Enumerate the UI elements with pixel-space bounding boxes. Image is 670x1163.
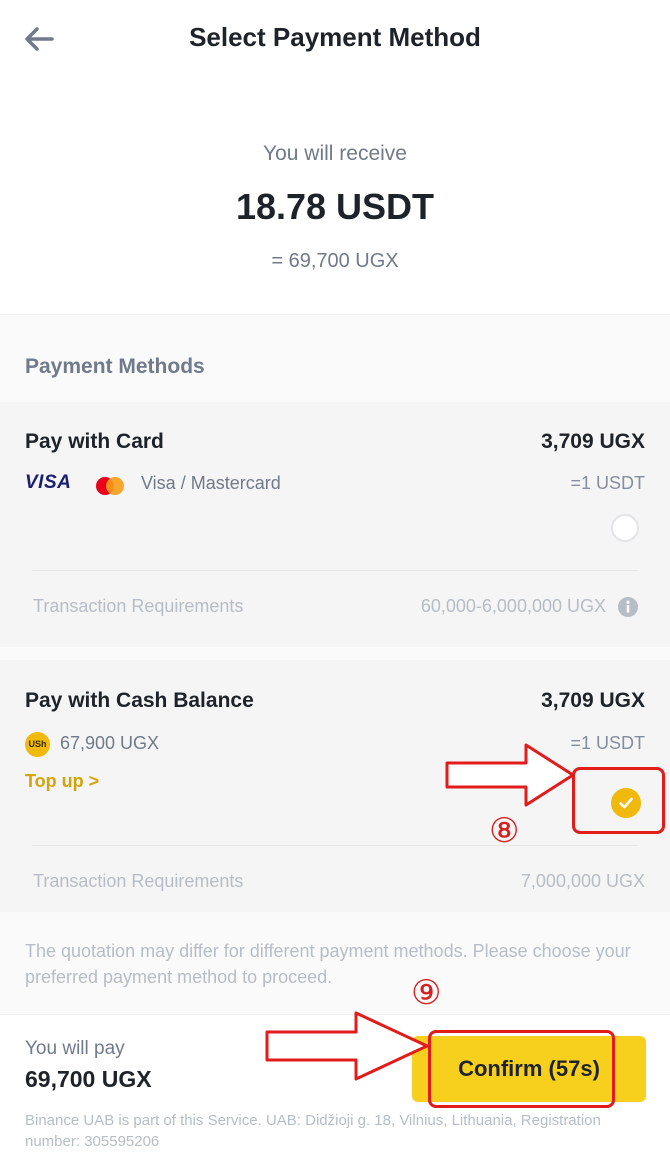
annotation-arrow-9 (265, 1011, 429, 1081)
receive-amount: 18.78 USDT (235, 186, 435, 227)
annotation-step-9: ⑨ (411, 973, 442, 1013)
radio-unselected[interactable] (611, 514, 639, 542)
visa-logo: VISA (25, 472, 72, 493)
info-icon[interactable] (617, 596, 639, 618)
method-subtitle: Visa / Mastercard (141, 473, 281, 493)
method-title: Pay with Card (25, 430, 164, 453)
method-rate: =1 USDT (570, 473, 645, 493)
cash-balance-amount: 67,900 UGX (60, 733, 160, 753)
method-rate: =1 USDT (570, 733, 645, 753)
method-price: 3,709 UGX (541, 689, 645, 712)
requirements-label: Transaction Requirements (33, 596, 244, 616)
payment-methods-label: Payment Methods (25, 355, 205, 378)
header: Select Payment Method (0, 0, 670, 80)
page-title: Select Payment Method (189, 22, 481, 52)
divider (32, 570, 638, 571)
divider (32, 845, 638, 846)
receive-equivalent: = 69,700 UGX (271, 250, 399, 272)
annotation-highlight-8 (572, 767, 665, 834)
legal-footer: Binance UAB is part of this Service. UAB… (25, 1112, 601, 1150)
annotation-highlight-9 (428, 1030, 615, 1108)
annotation-step-8: ⑧ (489, 811, 520, 851)
method-title: Pay with Cash Balance (25, 689, 254, 712)
annotation-arrow-8 (445, 743, 575, 807)
requirements-value: 60,000-6,000,000 UGX (420, 596, 606, 616)
receive-label: You will receive (263, 142, 407, 165)
pay-amount: 69,700 UGX (25, 1066, 152, 1092)
top-up-link[interactable]: Top up > (25, 771, 99, 792)
ugx-coin-icon: USh (25, 732, 50, 757)
method-price: 3,709 UGX (541, 430, 645, 453)
requirements-value: 7,000,000 UGX (520, 871, 645, 891)
requirements-label: Transaction Requirements (33, 871, 244, 891)
pay-label: You will pay (25, 1038, 125, 1059)
mastercard-icon (96, 477, 124, 495)
quotation-note: The quotation may differ for different p… (25, 941, 631, 987)
